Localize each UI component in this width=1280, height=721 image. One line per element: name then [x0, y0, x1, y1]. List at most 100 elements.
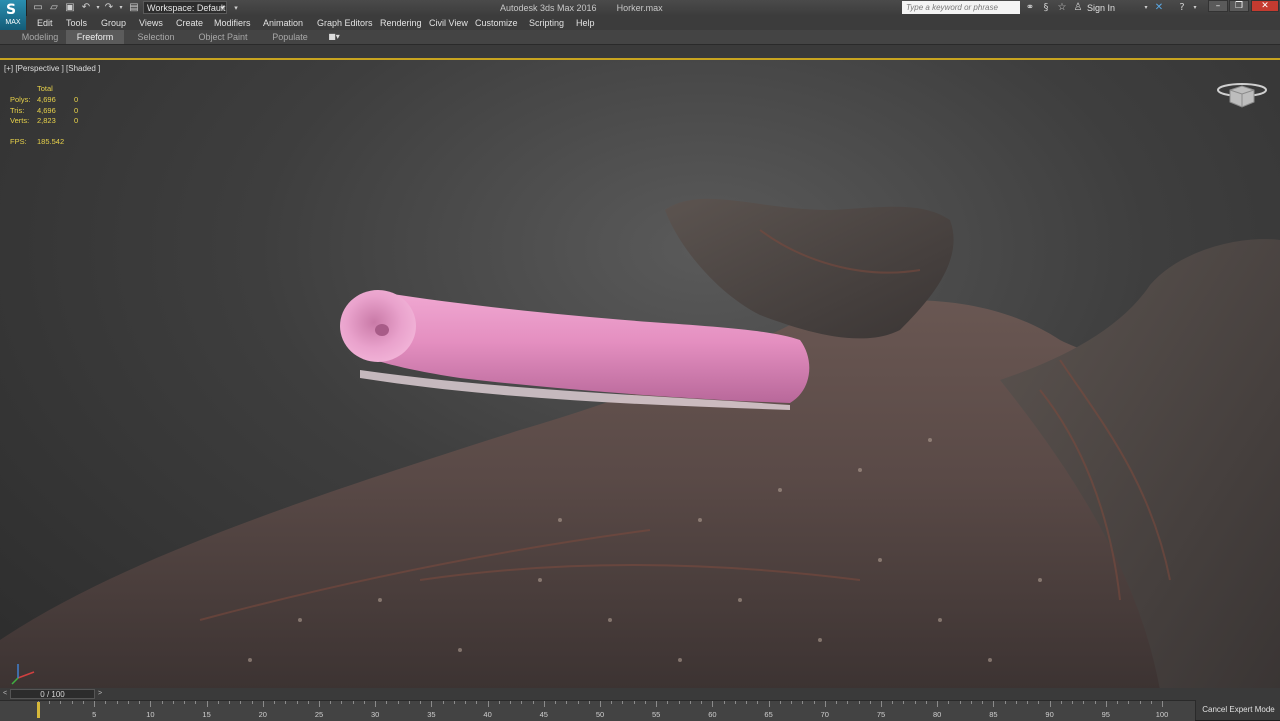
undo-icon[interactable]: ↶: [80, 2, 92, 14]
timeline-tick: [161, 701, 163, 704]
menu-modifiers[interactable]: Modifiers: [214, 17, 251, 29]
timeline-tick: [656, 701, 658, 707]
timeline-tick: [375, 701, 377, 707]
ribbon-toggle-icon[interactable]: ■▾: [324, 31, 344, 43]
timeline-tick: [982, 701, 984, 704]
close-window-button[interactable]: ✕: [1251, 0, 1279, 12]
stats-header: Total: [37, 84, 53, 93]
menu-customize[interactable]: Customize: [475, 17, 518, 29]
user-icon[interactable]: ♙: [1072, 2, 1084, 14]
timeline-tick-label: 75: [876, 710, 886, 719]
viewcube-icon[interactable]: [1216, 80, 1268, 114]
tab-freeform[interactable]: Freeform: [66, 30, 124, 44]
time-slider-next-button[interactable]: >: [96, 689, 104, 699]
timeline-tick: [779, 701, 781, 704]
timeline-tick: [285, 701, 287, 704]
timeline-tick: [914, 701, 916, 704]
menu-group[interactable]: Group: [101, 17, 126, 29]
tab-modeling[interactable]: Modeling: [12, 30, 68, 44]
stat-sel-polys: 0: [74, 95, 79, 104]
menu-civil-view[interactable]: Civil View: [429, 17, 468, 29]
timeline-tick: [487, 701, 489, 707]
help-dropdown-icon[interactable]: ▾: [1189, 2, 1201, 14]
timeline-tick: [836, 701, 838, 704]
timeline-tick: [858, 701, 860, 704]
open-file-icon[interactable]: ▱: [48, 2, 60, 14]
timeline-tick: [701, 701, 703, 704]
timeline-tick: [82, 701, 84, 704]
timeline-tick: [127, 701, 129, 704]
timeline-tick-label: 45: [539, 710, 548, 719]
timeline-tick: [442, 701, 444, 704]
timeline-tick: [307, 701, 309, 704]
new-file-icon[interactable]: ▭: [32, 2, 44, 14]
tab-selection[interactable]: Selection: [128, 30, 184, 44]
timeline-tick: [1004, 701, 1006, 704]
timeline-tick: [937, 701, 939, 707]
redo-dropdown-icon[interactable]: ▾: [115, 2, 127, 14]
help-icon[interactable]: ?: [1176, 2, 1188, 14]
stat-label-polys: Polys:: [10, 95, 31, 104]
app-name: Autodesk 3ds Max 2016: [500, 3, 597, 13]
workspace-dropdown[interactable]: Workspace: Default ▾: [143, 1, 227, 14]
timeline-tick: [588, 701, 590, 704]
customize-quick-access-icon[interactable]: ▾: [230, 2, 242, 14]
timeline-tick: [824, 701, 826, 707]
timeline-tick: [397, 701, 399, 704]
search-input[interactable]: Type a keyword or phrase: [902, 1, 1020, 14]
viewport-label[interactable]: [+] [Perspective ] [Shaded ]: [4, 64, 100, 73]
current-frame-marker[interactable]: [37, 702, 40, 718]
menu-help[interactable]: Help: [576, 17, 595, 29]
sign-in-button[interactable]: Sign In: [1087, 3, 1115, 13]
tab-populate[interactable]: Populate: [262, 30, 318, 44]
timeline-tick: [757, 701, 759, 704]
timeline-tick: [1027, 701, 1029, 704]
subscription-center-icon[interactable]: §: [1040, 2, 1052, 14]
menu-graph-editors[interactable]: Graph Editors: [317, 17, 373, 29]
stat-value-verts: 2,823: [37, 116, 56, 125]
sign-in-dropdown-icon[interactable]: ▾: [1140, 2, 1152, 14]
menu-scripting[interactable]: Scripting: [529, 17, 564, 29]
creature-head-mesh: [665, 198, 954, 339]
tab-object-paint[interactable]: Object Paint: [190, 30, 256, 44]
timeline-tick: [813, 701, 815, 704]
restore-window-button[interactable]: ❐: [1229, 0, 1249, 12]
menu-rendering[interactable]: Rendering: [380, 17, 422, 29]
menu-tools[interactable]: Tools: [66, 17, 87, 29]
snout-nostril: [375, 324, 389, 336]
timeline-tick: [678, 701, 680, 704]
timeline-tick: [791, 701, 793, 704]
timeline-tick-label: 40: [483, 710, 492, 719]
ribbon-panel: [0, 45, 1280, 59]
menu-animation[interactable]: Animation: [263, 17, 303, 29]
track-bar[interactable]: 5 10 15 20 25 30 35 40 45 50 55 60 65 70 75 80 85 90 95 100: [0, 700, 1195, 721]
timeline-tick: [993, 701, 995, 707]
app-logo-letter: S: [6, 2, 17, 18]
time-slider-handle[interactable]: 0 / 100: [10, 689, 95, 699]
favorites-star-icon[interactable]: ☆: [1056, 2, 1068, 14]
stat-value-tris: 4,696: [37, 106, 56, 115]
redo-icon[interactable]: ↷: [103, 2, 115, 14]
timeline-tick: [903, 701, 905, 704]
timeline-tick-label: 60: [708, 710, 717, 719]
perspective-viewport[interactable]: [+] [Perspective ] [Shaded ] Total Polys…: [0, 58, 1280, 688]
timeline-tick: [476, 701, 478, 704]
exchange-apps-icon[interactable]: ✕: [1153, 2, 1165, 14]
timeline-tick: [622, 701, 624, 704]
timeline-tick-label: 95: [1101, 710, 1110, 719]
menu-create[interactable]: Create: [176, 17, 203, 29]
menu-edit[interactable]: Edit: [37, 17, 53, 29]
project-folder-icon[interactable]: ▤: [128, 2, 140, 14]
timeline-tick: [172, 701, 174, 704]
save-file-icon[interactable]: ▣: [64, 2, 76, 14]
timeline-tick: [71, 701, 73, 704]
timeline-tick: [847, 701, 849, 704]
binoculars-icon[interactable]: ⚭: [1024, 2, 1036, 14]
menu-views[interactable]: Views: [139, 17, 163, 29]
minimize-window-button[interactable]: –: [1208, 0, 1228, 12]
app-logo-button[interactable]: S MAX: [0, 0, 27, 30]
time-slider-prev-button[interactable]: <: [1, 689, 9, 699]
timeline-tick: [970, 701, 972, 704]
timeline-tick: [925, 701, 927, 704]
cancel-expert-mode-button[interactable]: Cancel Expert Mode: [1195, 700, 1280, 720]
